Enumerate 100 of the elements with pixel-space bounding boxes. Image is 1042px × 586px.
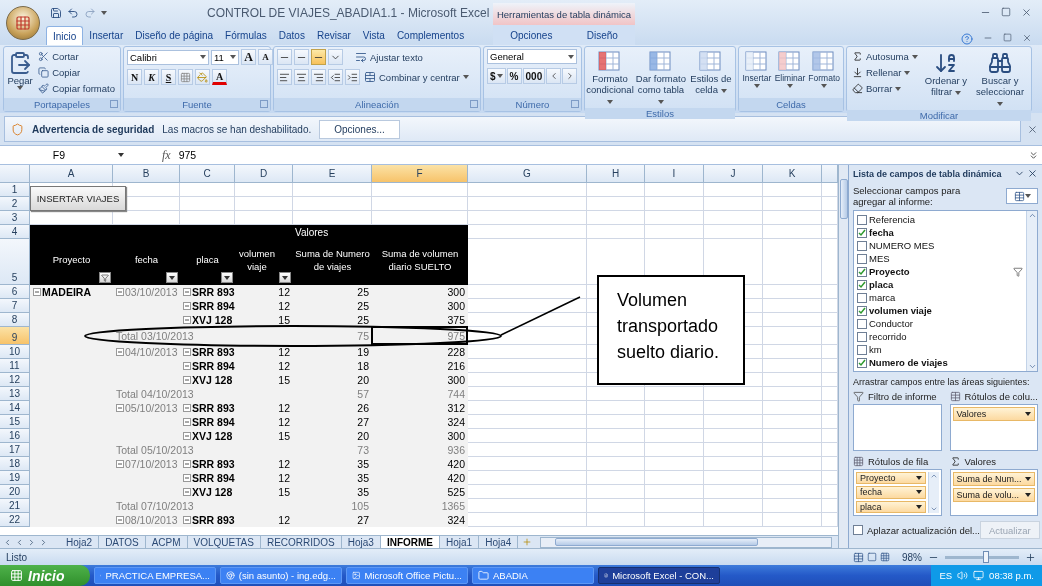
row-header[interactable]: 9 [0,327,30,345]
column-header[interactable] [822,165,838,183]
horizontal-scrollbar[interactable] [540,536,832,548]
field-label[interactable]: marca [869,292,1023,303]
select-all-button[interactable] [0,165,30,183]
field-checkbox[interactable] [857,253,867,264]
field-label[interactable]: recorrido [869,331,1023,342]
bold-button[interactable]: N [127,69,142,85]
currency-button[interactable]: $ [487,68,506,84]
collapse-icon[interactable] [116,288,124,296]
field-label[interactable]: Proyecto [869,266,1011,277]
collapse-icon[interactable] [183,418,191,426]
field-label[interactable]: placa [869,279,1023,290]
row-header[interactable]: 1 [0,183,30,197]
align-center-button[interactable] [294,69,309,85]
taskbar-item[interactable]: PRACTICA EMPRESA... [94,567,216,584]
editing-button[interactable]: Autosuma [850,49,920,64]
shrink-font-button[interactable]: A [258,49,273,65]
collapse-icon[interactable] [116,348,124,356]
ribbon-tab[interactable]: Diseño de página [129,26,220,45]
dropdown-button[interactable] [279,272,291,283]
field-checkbox[interactable] [857,305,867,316]
ribbon-tab[interactable]: Opciones [506,26,557,45]
row-header[interactable]: 3 [0,211,30,225]
row-header[interactable]: 16 [0,429,30,443]
field-checkbox[interactable] [857,331,867,342]
field-checkbox[interactable] [857,279,867,290]
field-chip[interactable]: Suma de Num... [952,472,1035,486]
filter-button[interactable] [99,272,111,283]
row-header[interactable]: 13 [0,387,30,401]
ribbon-tab[interactable]: Inicio [46,26,84,45]
editing-button[interactable]: Borrar [850,81,920,96]
decrease-decimal-button[interactable] [562,68,578,84]
collapse-icon[interactable] [183,488,191,496]
dropdown-button[interactable] [166,272,178,283]
taskbar-item[interactable]: (sin asunto) - ing.edg... [220,567,342,584]
taskbar-item[interactable]: ABADIA [472,567,594,584]
vertical-scrollbar[interactable] [838,165,848,548]
column-header[interactable]: E [293,165,372,183]
row-header[interactable]: 21 [0,499,30,513]
field-checkbox[interactable] [857,266,867,277]
field-checkbox[interactable] [857,292,867,303]
clipboard-button[interactable]: Cortar [36,49,117,64]
merge-center-button[interactable]: Combinar y centrar [362,69,471,85]
field-checkbox[interactable] [857,357,867,368]
row-header[interactable]: 18 [0,457,30,471]
collapse-icon[interactable] [183,316,191,324]
name-box[interactable]: F9 [0,146,118,164]
collapse-icon[interactable] [183,460,191,468]
field-label[interactable]: Referencia [869,214,1023,225]
row-header[interactable]: 14 [0,401,30,415]
font-field[interactable]: Calibri [127,49,209,65]
ribbon-tab[interactable]: Revisar [310,26,357,45]
font-color-button[interactable]: A [212,69,227,85]
column-header[interactable]: J [704,165,763,183]
paste-button[interactable]: Pegar [7,49,34,90]
collapse-icon[interactable] [183,474,191,482]
field-chip[interactable]: Suma de volu... [952,488,1035,502]
collapse-icon[interactable] [116,516,124,524]
launcher-icon[interactable] [110,100,118,108]
collapse-icon[interactable] [116,460,124,468]
collapse-icon[interactable] [183,362,191,370]
field-checkbox[interactable] [857,318,867,329]
cells-button[interactable]: Eliminar [774,49,806,88]
collapse-icon[interactable] [183,288,191,296]
ribbon-tab[interactable]: Fórmulas [219,26,273,45]
row-header[interactable]: 12 [0,373,30,387]
collapse-icon[interactable] [183,432,191,440]
field-checkbox[interactable] [857,227,867,238]
wrap-text-button[interactable]: Ajustar texto [353,49,425,65]
launcher-icon[interactable] [260,100,268,108]
row-header[interactable]: 5 [0,239,30,285]
taskbar-item[interactable]: Microsoft Office Pictu... [346,567,468,584]
ribbon-tab[interactable]: Datos [272,26,311,45]
field-checkbox[interactable] [857,214,867,225]
collapse-icon[interactable] [183,348,191,356]
cells-button[interactable]: Insertar [742,49,772,88]
collapse-icon[interactable] [33,288,41,296]
fill-color-button[interactable] [195,69,210,85]
styles-button[interactable]: Estilos de celda [689,49,732,95]
row-header[interactable]: 17 [0,443,30,457]
column-header[interactable]: B [113,165,180,183]
defer-checkbox[interactable] [853,525,863,535]
row-header[interactable]: 2 [0,197,30,211]
office-button[interactable] [6,5,40,40]
field-label[interactable]: fecha [869,227,1023,238]
column-header[interactable]: H [587,165,645,183]
row-header[interactable]: 11 [0,359,30,373]
row-header[interactable]: 10 [0,345,30,359]
field-label[interactable]: MES [869,253,1023,264]
column-header[interactable]: I [645,165,704,183]
field-label[interactable]: km [869,344,1023,355]
column-header[interactable]: D [235,165,293,183]
row-header[interactable]: 6 [0,285,30,299]
field-checkbox[interactable] [857,344,867,355]
collapse-icon[interactable] [116,404,124,412]
cells-button[interactable]: Formato [808,49,840,88]
launcher-icon[interactable] [470,100,478,108]
vertical-align-button[interactable] [311,49,326,65]
ribbon-tab[interactable]: Insertar [83,26,130,45]
